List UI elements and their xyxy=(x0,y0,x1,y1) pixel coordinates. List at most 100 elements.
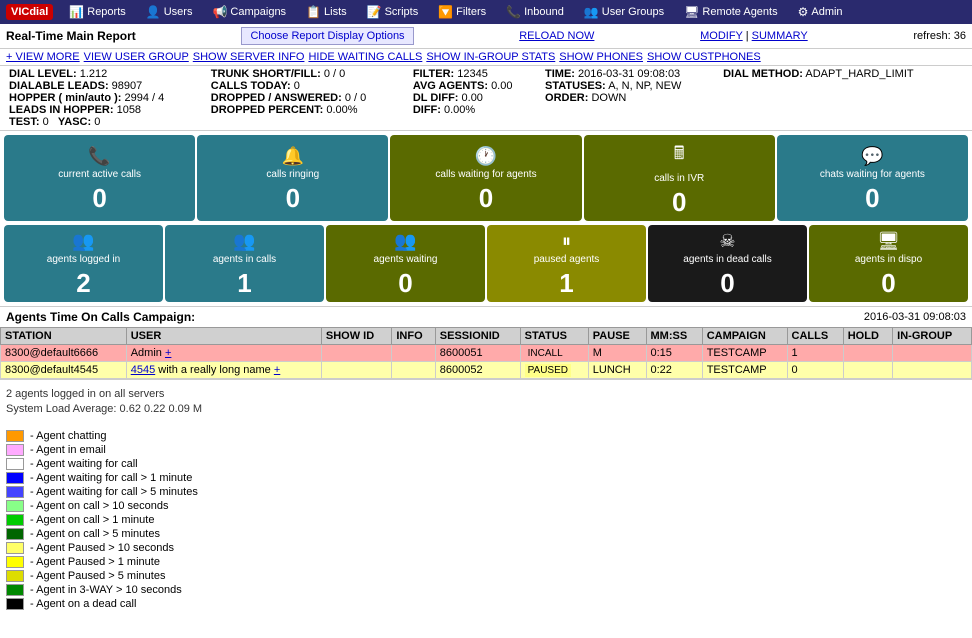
col-pause: PAUSE xyxy=(588,328,646,345)
legend-label-9: - Agent Paused > 1 minute xyxy=(30,556,160,568)
cell-info xyxy=(392,362,435,379)
legend-row-12: - Agent on a dead call xyxy=(6,598,966,610)
user-groups-icon: 👥 xyxy=(584,5,599,19)
dial-method-label: DIAL METHOD: xyxy=(723,68,803,80)
legend-row-10: - Agent Paused > 5 minutes xyxy=(6,570,966,582)
legend-color-paused5min xyxy=(6,570,24,582)
dial-level-label: DIAL LEVEL: xyxy=(9,68,77,80)
tile9-label: paused agents xyxy=(534,254,600,266)
tile2-value: 0 xyxy=(286,185,300,211)
cell-calls: 0 xyxy=(787,362,843,379)
tile-calls-ringing[interactable]: 🔔 calls ringing 0 xyxy=(197,135,388,221)
tile-calls-in-ivr[interactable]: 🖩 calls in IVR 0 xyxy=(584,135,775,221)
dropped-pct-val: 0.00% xyxy=(326,104,357,116)
cell-in-group xyxy=(893,345,972,362)
legend-row-8: - Agent Paused > 10 seconds xyxy=(6,542,966,554)
tile-agents-waiting[interactable]: 👥 agents waiting 0 xyxy=(326,225,485,302)
show-server-info-link[interactable]: SHOW SERVER INFO xyxy=(193,51,305,63)
tile11-value: 0 xyxy=(881,270,895,296)
nav-admin[interactable]: ⚙ Admin xyxy=(790,3,851,21)
hide-waiting-calls-link[interactable]: HIDE WAITING CALLS xyxy=(308,51,422,63)
hopper-val: 2994 / 4 xyxy=(125,92,165,104)
show-in-group-stats-link[interactable]: SHOW IN-GROUP STATS xyxy=(426,51,555,63)
nav-lists[interactable]: 📋 Lists xyxy=(298,3,355,21)
tile-paused-agents[interactable]: ⏸ paused agents 1 xyxy=(487,225,646,302)
nav-campaigns[interactable]: 📢 Campaigns xyxy=(204,3,294,21)
stats-tiles-row1: 📞 current active calls 0 🔔 calls ringing… xyxy=(0,131,972,223)
dial-level-val: 1.212 xyxy=(80,68,108,80)
order-label: ORDER: xyxy=(545,92,588,104)
legend-label-11: - Agent in 3-WAY > 10 seconds xyxy=(30,584,182,596)
nav-remote-agents[interactable]: 🖥 Remote Agents xyxy=(676,3,785,21)
view-user-group-link[interactable]: VIEW USER GROUP xyxy=(84,51,189,63)
tile-calls-waiting-agents[interactable]: 🕐 calls waiting for agents 0 xyxy=(390,135,581,221)
tile-agents-in-calls[interactable]: 👥 agents in calls 1 xyxy=(165,225,324,302)
legend-color-waiting1min xyxy=(6,472,24,484)
nav-user-groups[interactable]: 👥 User Groups xyxy=(576,3,672,21)
sub-links-row: + VIEW MORE VIEW USER GROUP SHOW SERVER … xyxy=(0,49,972,66)
hopper-label: HOPPER ( min/auto ): xyxy=(9,92,121,104)
modify-link[interactable]: MODIFY | SUMMARY xyxy=(700,30,808,42)
tile6-label: agents logged in xyxy=(47,254,120,266)
nav-reports[interactable]: 📊 Reports xyxy=(61,3,133,21)
cell-user[interactable]: 4545 with a really long name + xyxy=(126,362,321,379)
admin-icon: ⚙ xyxy=(798,5,809,19)
cell-sessionid: 8600052 xyxy=(435,362,520,379)
reports-icon: 📊 xyxy=(69,5,84,19)
legend-label-3: - Agent waiting for call > 1 minute xyxy=(30,472,192,484)
header-row: Real-Time Main Report Choose Report Disp… xyxy=(0,24,972,49)
legend-row-11: - Agent in 3-WAY > 10 seconds xyxy=(6,584,966,596)
tile-agents-logged-in[interactable]: 👥 agents logged in 2 xyxy=(4,225,163,302)
col-mmss: MM:SS xyxy=(646,328,702,345)
stats-tiles-row2: 👥 agents logged in 2 👥 agents in calls 1… xyxy=(0,223,972,306)
remote-agents-icon: 🖥 xyxy=(684,5,699,19)
tile1-value: 0 xyxy=(92,185,106,211)
filters-icon: 🔽 xyxy=(438,5,453,19)
user-id-link[interactable]: 4545 xyxy=(131,364,155,376)
nav-scripts[interactable]: 📝 Scripts xyxy=(359,3,427,21)
tile-agents-dead-calls[interactable]: ☠ agents in dead calls 0 xyxy=(648,225,807,302)
legend-label-8: - Agent Paused > 10 seconds xyxy=(30,542,174,554)
show-custphones-link[interactable]: SHOW CUSTPHONES xyxy=(647,51,761,63)
cell-station: 8300@default6666 xyxy=(1,345,127,362)
col-calls: CALLS xyxy=(787,328,843,345)
nav-users[interactable]: 👤 Users xyxy=(138,3,201,21)
status-badge: PAUSED xyxy=(525,364,571,377)
reload-now-button[interactable]: RELOAD NOW xyxy=(519,30,594,42)
cell-mmss: 0:15 xyxy=(646,345,702,362)
cell-sessionid: 8600051 xyxy=(435,345,520,362)
tile4-value: 0 xyxy=(672,189,686,215)
dl-diff-label: DL DIFF: xyxy=(413,92,459,104)
leads-hopper-val: 1058 xyxy=(117,104,141,116)
legend-row-3: - Agent waiting for call > 1 minute xyxy=(6,472,966,484)
tile-agents-dispo[interactable]: 🖥 agents in dispo 0 xyxy=(809,225,968,302)
bell-icon: 🔔 xyxy=(282,146,304,167)
col-user: USER xyxy=(126,328,321,345)
view-more-link[interactable]: + VIEW MORE xyxy=(6,51,80,63)
footer-line1: 2 agents logged in on all servers xyxy=(6,388,966,400)
campaigns-icon: 📢 xyxy=(212,5,227,19)
cell-pause: M xyxy=(588,345,646,362)
tile-chats-waiting[interactable]: 💬 chats waiting for agents 0 xyxy=(777,135,968,221)
show-phones-link[interactable]: SHOW PHONES xyxy=(559,51,643,63)
cell-user[interactable]: Admin + xyxy=(126,345,321,362)
cell-info xyxy=(392,345,435,362)
col-show-id: SHOW ID xyxy=(321,328,392,345)
avg-agents-val: 0.00 xyxy=(491,80,512,92)
lists-icon: 📋 xyxy=(306,5,321,19)
cell-status: INCALL xyxy=(520,345,588,362)
tile8-label: agents waiting xyxy=(374,254,438,266)
cell-show-id xyxy=(321,345,392,362)
legend-row-7: - Agent on call > 5 minutes xyxy=(6,528,966,540)
legend-color-call5min xyxy=(6,528,24,540)
tile-current-active-calls[interactable]: 📞 current active calls 0 xyxy=(4,135,195,221)
phone-icon: 📞 xyxy=(88,146,110,167)
nav-filters[interactable]: 🔽 Filters xyxy=(430,3,494,21)
agents-table: STATION USER SHOW ID INFO SESSIONID STAT… xyxy=(0,327,972,379)
nav-inbound[interactable]: 📞 Inbound xyxy=(498,3,572,21)
user-link[interactable]: + xyxy=(165,347,171,359)
legend-row-1: - Agent in email xyxy=(6,444,966,456)
user-plus-link[interactable]: + xyxy=(274,364,280,376)
choose-report-button[interactable]: Choose Report Display Options xyxy=(241,27,413,45)
agents-waiting-icon: 👥 xyxy=(394,231,416,252)
